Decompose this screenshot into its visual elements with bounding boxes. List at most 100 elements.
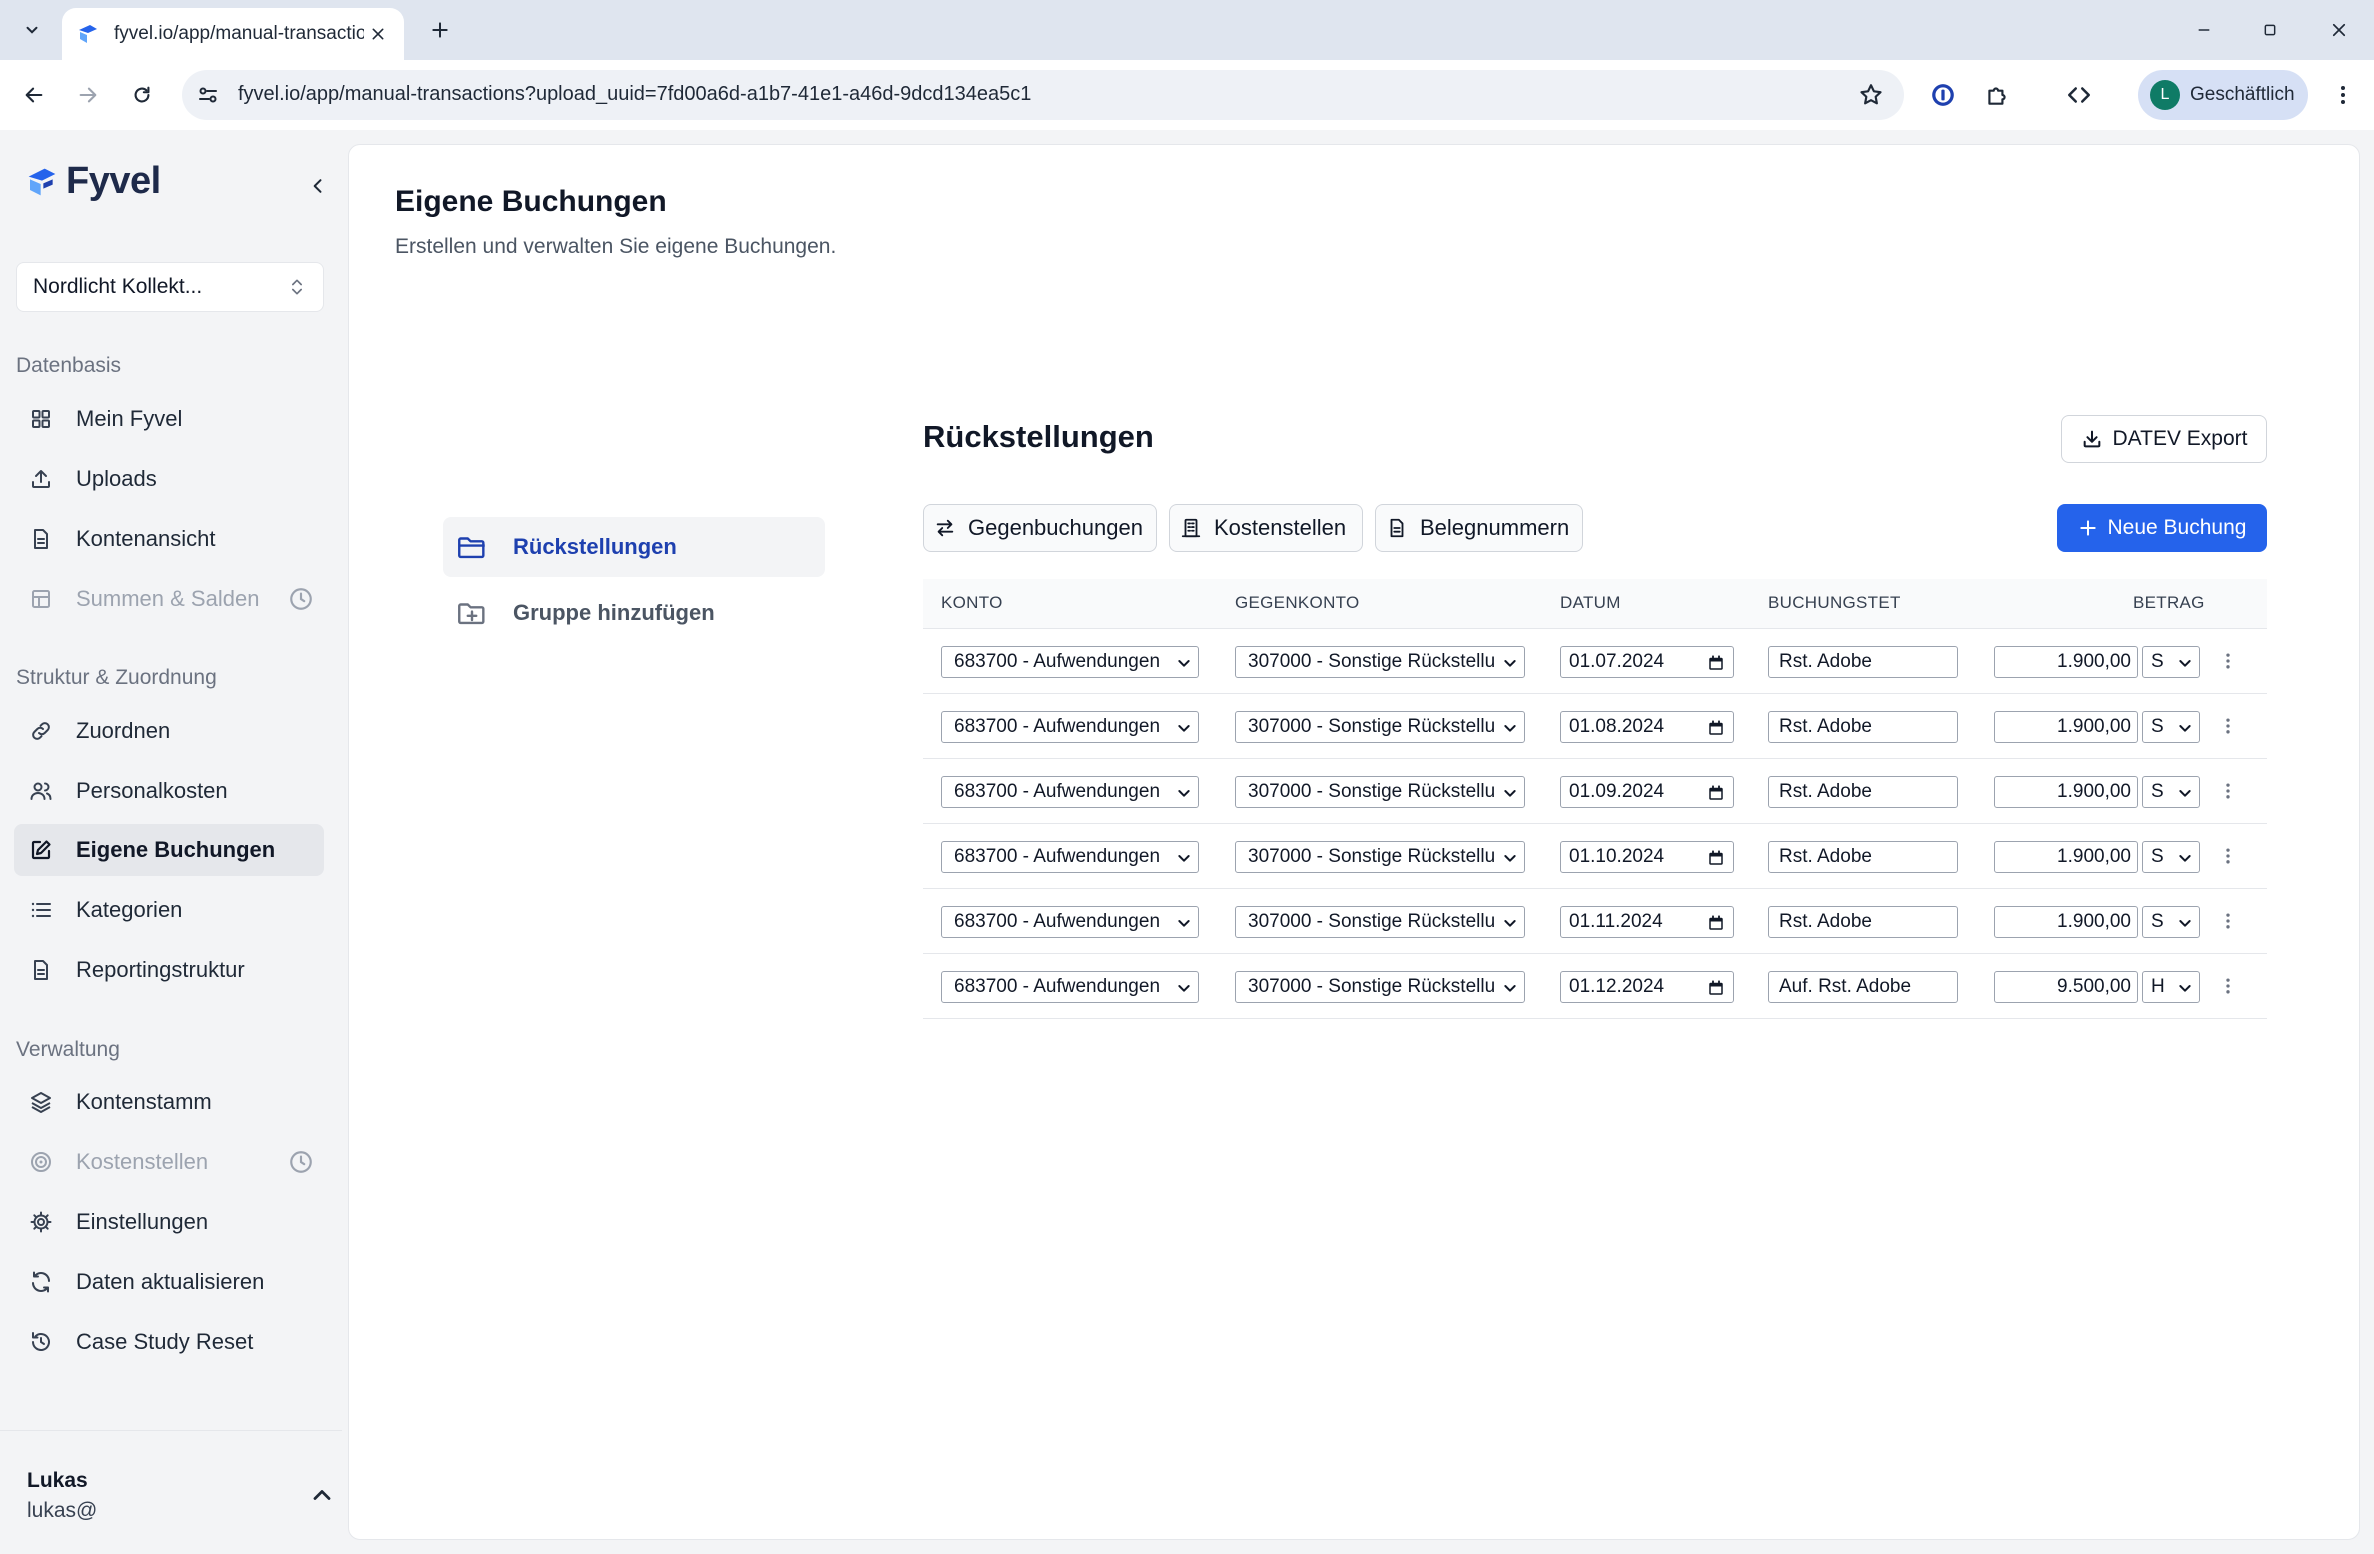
browser-tab[interactable]: fyvel.io/app/manual-transaction (62, 8, 404, 60)
new-tab-button[interactable] (424, 14, 456, 46)
sidebar-item-eigene-buchungen[interactable]: Eigene Buchungen (14, 824, 324, 876)
profile-button[interactable]: L Geschäftlich (2138, 70, 2308, 120)
sidebar-item-kategorien[interactable]: Kategorien (14, 884, 324, 936)
row-menu-button[interactable] (2216, 777, 2240, 805)
soll-haben-select[interactable]: S (2142, 711, 2200, 743)
gegenkonto-select[interactable]: 307000 - Sonstige Rückstellu (1235, 841, 1525, 873)
clock-icon (290, 588, 312, 610)
konto-select[interactable]: 683700 - Aufwendungen (941, 906, 1199, 938)
belegnummern-button[interactable]: Belegnummern (1375, 504, 1583, 552)
site-settings-icon[interactable] (196, 83, 220, 107)
calendar-icon[interactable] (1707, 784, 1725, 802)
gegenkonto-select[interactable]: 307000 - Sonstige Rückstellu (1235, 971, 1525, 1003)
datum-input[interactable]: 01.08.2024 (1560, 711, 1734, 743)
gegenbuchungen-button[interactable]: Gegenbuchungen (923, 504, 1157, 552)
konto-select[interactable]: 683700 - Aufwendungen (941, 646, 1199, 678)
kostenstellen-button[interactable]: Kostenstellen (1169, 504, 1363, 552)
betrag-input[interactable]: 1.900,00 (1994, 906, 2138, 938)
buchungstext-input[interactable]: Rst. Adobe (1768, 906, 1958, 938)
row-menu-button[interactable] (2216, 712, 2240, 740)
gegenkonto-select[interactable]: 307000 - Sonstige Rückstellu (1235, 711, 1525, 743)
bookmark-star-icon[interactable] (1858, 82, 1884, 108)
organization-select[interactable]: Nordlicht Kollekt... (16, 262, 324, 312)
buchungstext-input[interactable]: Rst. Adobe (1768, 646, 1958, 678)
sidebar-item-uploads[interactable]: Uploads (14, 453, 324, 505)
soll-haben-select[interactable]: S (2142, 906, 2200, 938)
sidebar-item-summen-salden[interactable]: Summen & Salden (14, 573, 324, 625)
row-menu-button[interactable] (2216, 907, 2240, 935)
calendar-icon[interactable] (1707, 849, 1725, 867)
konto-select[interactable]: 683700 - Aufwendungen (941, 841, 1199, 873)
sidebar-item-mein-fyvel[interactable]: Mein Fyvel (14, 393, 324, 445)
minimize-button[interactable] (2188, 14, 2220, 46)
maximize-button[interactable] (2254, 14, 2286, 46)
sidebar-item-kontenansicht[interactable]: Kontenansicht (14, 513, 324, 565)
collapse-sidebar-button[interactable] (302, 170, 334, 202)
gegenkonto-select[interactable]: 307000 - Sonstige Rückstellu (1235, 646, 1525, 678)
datum-input[interactable]: 01.11.2024 (1560, 906, 1734, 938)
datum-input[interactable]: 01.10.2024 (1560, 841, 1734, 873)
betrag-input[interactable]: 1.900,00 (1994, 776, 2138, 808)
sidebar-item-einstellungen[interactable]: Einstellungen (14, 1196, 324, 1248)
close-window-button[interactable] (2323, 14, 2355, 46)
soll-haben-select[interactable]: H (2142, 971, 2200, 1003)
sidebar-item-kontenstamm[interactable]: Kontenstamm (14, 1076, 324, 1128)
buchungstext-input[interactable]: Rst. Adobe (1768, 711, 1958, 743)
tab-close-icon[interactable] (366, 22, 390, 46)
table-row: 683700 - Aufwendungen 307000 - Sonstige R… (923, 889, 2267, 954)
konto-select[interactable]: 683700 - Aufwendungen (941, 971, 1199, 1003)
betrag-input[interactable]: 9.500,00 (1994, 971, 2138, 1003)
konto-select[interactable]: 683700 - Aufwendungen (941, 711, 1199, 743)
password-manager-extension[interactable] (1928, 80, 1958, 110)
user-menu[interactable]: Lukas lukas@ (0, 1430, 342, 1554)
group-item-rueckstellungen[interactable]: Rückstellungen (443, 517, 825, 577)
table-icon (28, 586, 54, 612)
calendar-icon[interactable] (1707, 914, 1725, 932)
calendar-icon[interactable] (1707, 979, 1725, 997)
soll-haben-select[interactable]: S (2142, 841, 2200, 873)
url-text[interactable]: fyvel.io/app/manual-transactions?upload_… (238, 83, 1031, 106)
buchungstext-input[interactable]: Rst. Adobe (1768, 841, 1958, 873)
edit-icon (28, 837, 54, 863)
browser-menu-button[interactable] (2328, 80, 2358, 110)
datum-input[interactable]: 01.09.2024 (1560, 776, 1734, 808)
buchungstext-input[interactable]: Auf. Rst. Adobe (1768, 971, 1958, 1003)
soll-haben-select[interactable]: S (2142, 646, 2200, 678)
sidebar-item-daten-aktualisieren[interactable]: Daten aktualisieren (14, 1256, 324, 1308)
konto-select[interactable]: 683700 - Aufwendungen (941, 776, 1199, 808)
gegenkonto-select[interactable]: 307000 - Sonstige Rückstellu (1235, 906, 1525, 938)
address-bar[interactable]: fyvel.io/app/manual-transactions?upload_… (182, 70, 1904, 120)
row-menu-button[interactable] (2216, 842, 2240, 870)
section-label-datenbasis: Datenbasis (16, 354, 122, 377)
sidebar-item-reportingstruktur[interactable]: Reportingstruktur (14, 944, 324, 996)
tab-search-button[interactable] (12, 12, 52, 48)
sidebar-item-personalkosten[interactable]: Personalkosten (14, 765, 324, 817)
sidebar-item-label: Kontenstamm (76, 1089, 212, 1114)
neue-buchung-button[interactable]: Neue Buchung (2057, 504, 2267, 552)
chevron-down-icon (2177, 850, 2193, 866)
sidebar-item-case-study-reset[interactable]: Case Study Reset (14, 1316, 324, 1368)
row-menu-button[interactable] (2216, 972, 2240, 1000)
betrag-input[interactable]: 1.900,00 (1994, 646, 2138, 678)
row-menu-button[interactable] (2216, 647, 2240, 675)
betrag-input[interactable]: 1.900,00 (1994, 711, 2138, 743)
betrag-input[interactable]: 1.900,00 (1994, 841, 2138, 873)
extensions-button[interactable] (1982, 80, 2012, 110)
soll-haben-select[interactable]: S (2142, 776, 2200, 808)
sidebar-item-kostenstellen[interactable]: Kostenstellen (14, 1136, 324, 1188)
add-group-button[interactable]: Gruppe hinzufügen (443, 583, 825, 643)
devtools-button[interactable] (2064, 80, 2094, 110)
logo[interactable]: Fyvel (26, 160, 161, 203)
forward-button[interactable] (68, 75, 108, 115)
reload-button[interactable] (122, 75, 162, 115)
gegenkonto-select[interactable]: 307000 - Sonstige Rückstellu (1235, 776, 1525, 808)
gegenkonto-value: 307000 - Sonstige Rückstellu (1248, 651, 1496, 672)
datum-input[interactable]: 01.12.2024 (1560, 971, 1734, 1003)
datum-input[interactable]: 01.07.2024 (1560, 646, 1734, 678)
calendar-icon[interactable] (1707, 654, 1725, 672)
sidebar-item-zuordnen[interactable]: Zuordnen (14, 705, 324, 757)
calendar-icon[interactable] (1707, 719, 1725, 737)
datev-export-button[interactable]: DATEV Export (2061, 415, 2267, 463)
buchungstext-input[interactable]: Rst. Adobe (1768, 776, 1958, 808)
back-button[interactable] (14, 75, 54, 115)
